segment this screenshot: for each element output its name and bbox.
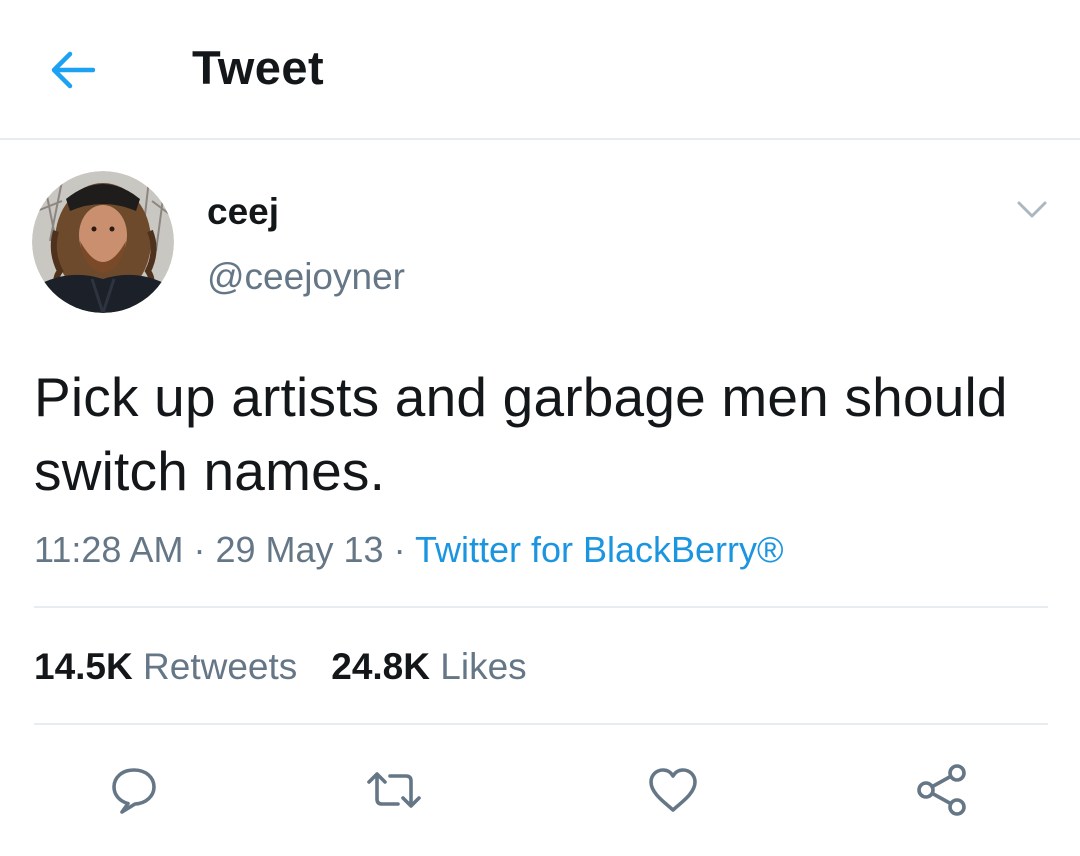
back-button[interactable] — [40, 38, 104, 102]
tweet-time: 11:28 AM — [34, 529, 184, 570]
retweets-stat[interactable]: 14.5K Retweets — [34, 645, 297, 689]
retweets-count: 14.5K — [34, 646, 133, 687]
author-display-name[interactable]: ceej — [207, 190, 279, 234]
tweet-stats: 14.5K Retweets 24.8K Likes — [34, 645, 527, 689]
tweet-date: 29 May 13 — [215, 529, 384, 570]
tweet-meta: 11:28 AM · 29 May 13 · Twitter for Black… — [34, 528, 784, 572]
like-button[interactable] — [643, 760, 703, 820]
avatar-photo — [32, 171, 174, 313]
arrow-left-icon — [51, 51, 95, 89]
tweet-source-link[interactable]: Twitter for BlackBerry® — [415, 529, 784, 570]
chevron-down-icon — [1017, 201, 1047, 218]
author-handle[interactable]: @ceejoyner — [207, 255, 405, 299]
share-button[interactable] — [912, 760, 972, 820]
share-icon — [917, 764, 966, 816]
divider — [34, 723, 1048, 725]
meta-separator: · — [193, 529, 206, 570]
tweet-menu-button[interactable] — [1010, 192, 1054, 228]
likes-label: Likes — [440, 646, 527, 687]
heart-icon — [649, 768, 697, 812]
meta-separator: · — [393, 529, 406, 570]
tweet-text: Pick up artists and garbage men should s… — [34, 366, 1008, 502]
page-title: Tweet — [192, 41, 325, 94]
retweets-label: Retweets — [143, 646, 298, 687]
retweet-icon — [367, 772, 421, 808]
likes-stat[interactable]: 24.8K Likes — [331, 645, 526, 689]
avatar[interactable] — [32, 171, 174, 313]
reply-icon — [112, 768, 156, 814]
divider — [34, 606, 1048, 608]
top-app-bar: Tweet — [0, 0, 1080, 140]
retweet-button[interactable] — [364, 760, 424, 820]
likes-count: 24.8K — [331, 646, 430, 687]
reply-button[interactable] — [104, 760, 164, 820]
